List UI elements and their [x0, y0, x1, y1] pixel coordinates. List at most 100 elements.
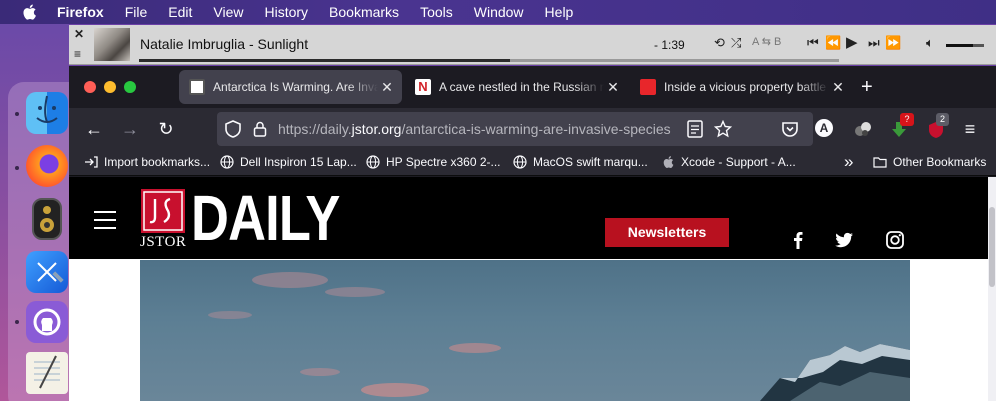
next-track-icon[interactable]: ⏭ [868, 35, 880, 51]
repeat-icon[interactable]: ⟲ [714, 35, 725, 51]
tab-title-fade [574, 70, 604, 104]
site-header: JSTOR DAILY Newsletters [69, 177, 988, 259]
finder-icon[interactable] [26, 92, 68, 134]
globe-icon [513, 155, 527, 169]
bookmarks-toolbar: Import bookmarks... Dell Inspiron 15 Lap… [69, 150, 996, 176]
previous-track-icon[interactable]: ⏮ [807, 35, 819, 51]
page-scrollbar[interactable] [988, 177, 996, 401]
logo-daily-wordmark[interactable]: DAILY [191, 185, 340, 251]
textedit-icon[interactable] [26, 352, 68, 394]
volume-slider-fill [946, 44, 974, 47]
extension-badge: ? [900, 113, 914, 126]
logo-jstor-text: JSTOR [140, 234, 187, 250]
window-minimize-button[interactable] [104, 81, 116, 93]
menu-history[interactable]: History [264, 4, 308, 20]
forward-button[interactable]: → [120, 119, 140, 139]
bookmark-import[interactable]: Import bookmarks... [84, 155, 210, 169]
download-helper-icon[interactable]: ? [889, 113, 914, 141]
menu-view[interactable]: View [213, 4, 243, 20]
remaining-time: - 1:39 [654, 38, 685, 52]
speaker-app-icon[interactable] [32, 198, 62, 240]
rewind-icon[interactable]: ⏪ [825, 35, 841, 51]
back-button[interactable]: ← [84, 119, 104, 139]
site-menu-hamburger-icon[interactable] [94, 211, 116, 229]
bookmark-macos-swift[interactable]: MacOS swift marqu... [513, 155, 648, 169]
url-text: https://daily.jstor.org/antarctica-is-wa… [278, 121, 688, 137]
facebook-icon[interactable] [788, 230, 808, 250]
bookmark-star-icon[interactable] [714, 120, 732, 138]
tab-cave-russia[interactable]: N A cave nestled in the Russian mountain… [405, 70, 628, 104]
player-close-icon[interactable]: ✕ [74, 27, 84, 41]
extension-badge: 2 [936, 113, 949, 126]
dock-running-indicator [15, 166, 19, 170]
menu-bookmarks[interactable]: Bookmarks [329, 4, 399, 20]
shuffle-icon[interactable]: ⤮ [731, 35, 741, 51]
jstor-logo-mark[interactable] [141, 189, 185, 233]
reader-view-icon[interactable] [687, 120, 703, 138]
dock-running-indicator [15, 112, 19, 116]
dock-running-indicator [15, 320, 19, 324]
globe-icon [220, 155, 234, 169]
web-page: JSTOR DAILY Newsletters [69, 177, 988, 401]
bookmark-hp-spectre[interactable]: HP Spectre x360 2-... [366, 155, 501, 169]
tab-property-battle[interactable]: Inside a vicious property battle in ✕ [630, 70, 853, 104]
app-menu-button[interactable]: ≡ [960, 119, 980, 139]
tab-jstor-antarctica[interactable]: Antarctica Is Warming. Are Invasive Spec… [179, 70, 402, 104]
other-bookmarks-folder[interactable]: Other Bookmarks [873, 155, 986, 169]
github-desktop-icon[interactable] [26, 301, 68, 343]
scrollbar-thumb[interactable] [989, 207, 995, 287]
fast-forward-icon[interactable]: ⏩ [885, 35, 901, 51]
url-host: jstor.org [351, 121, 402, 137]
tab-close-icon[interactable]: ✕ [604, 79, 622, 96]
ublock-origin-icon[interactable]: 2 [925, 113, 949, 141]
player-menu-icon[interactable]: ≡ [74, 47, 81, 61]
browser-window: Antarctica Is Warming. Are Invasive Spec… [69, 66, 996, 401]
account-avatar-icon[interactable]: A [815, 119, 833, 137]
bookmark-label: MacOS swift marqu... [533, 155, 648, 169]
lock-icon[interactable] [253, 121, 267, 137]
new-tab-button[interactable]: + [861, 76, 873, 99]
news-favicon-icon: N [415, 79, 431, 95]
extension-puzzle-balls-icon[interactable] [852, 118, 874, 140]
navigation-toolbar: ← → ↻ https://daily.jstor.org/antarctica… [69, 108, 996, 150]
menu-file[interactable]: File [125, 4, 148, 20]
apple-logo-icon[interactable] [20, 3, 38, 21]
bookmarks-overflow-chevron-icon[interactable]: » [844, 152, 853, 172]
bookmark-xcode-support[interactable]: Xcode - Support - A... [661, 155, 796, 169]
menu-edit[interactable]: Edit [168, 4, 192, 20]
menu-help[interactable]: Help [545, 4, 574, 20]
apple-favicon-icon [663, 156, 674, 168]
tracking-protection-shield-icon[interactable] [225, 120, 241, 138]
globe-icon [366, 155, 380, 169]
tab-close-icon[interactable]: ✕ [829, 79, 847, 96]
menu-bar: Firefox File Edit View History Bookmarks… [0, 0, 996, 24]
instagram-icon[interactable] [885, 230, 905, 250]
bookmark-label: HP Spectre x360 2-... [386, 155, 501, 169]
menu-firefox[interactable]: Firefox [57, 4, 104, 20]
volume-slider[interactable] [946, 44, 984, 47]
reload-button[interactable]: ↻ [156, 119, 176, 139]
ab-repeat-button[interactable]: A ⇆ B [752, 35, 781, 48]
url-prefix: https://daily. [278, 121, 352, 137]
tab-close-icon[interactable]: ✕ [378, 79, 396, 96]
play-icon[interactable]: ▶ [846, 33, 858, 51]
menu-window[interactable]: Window [474, 4, 524, 20]
window-close-button[interactable] [84, 81, 96, 93]
newsletters-button[interactable]: Newsletters [605, 218, 729, 247]
address-bar[interactable]: https://daily.jstor.org/antarctica-is-wa… [217, 112, 813, 146]
window-zoom-button[interactable] [124, 81, 136, 93]
hero-image [140, 260, 910, 401]
tab-title-fade [799, 70, 829, 104]
news-red-favicon-icon [640, 79, 656, 95]
twitter-icon[interactable] [834, 230, 854, 250]
track-progress-bar[interactable] [139, 59, 839, 62]
firefox-icon[interactable] [26, 145, 68, 187]
bookmark-label: Xcode - Support - A... [681, 155, 796, 169]
folder-icon [873, 157, 887, 168]
bookmark-dell-inspiron[interactable]: Dell Inspiron 15 Lap... [220, 155, 357, 169]
pocket-icon[interactable] [779, 118, 801, 140]
album-art [94, 28, 130, 61]
menu-tools[interactable]: Tools [420, 4, 453, 20]
volume-icon: 🔈︎ [926, 35, 934, 50]
xcode-icon[interactable] [26, 251, 68, 293]
